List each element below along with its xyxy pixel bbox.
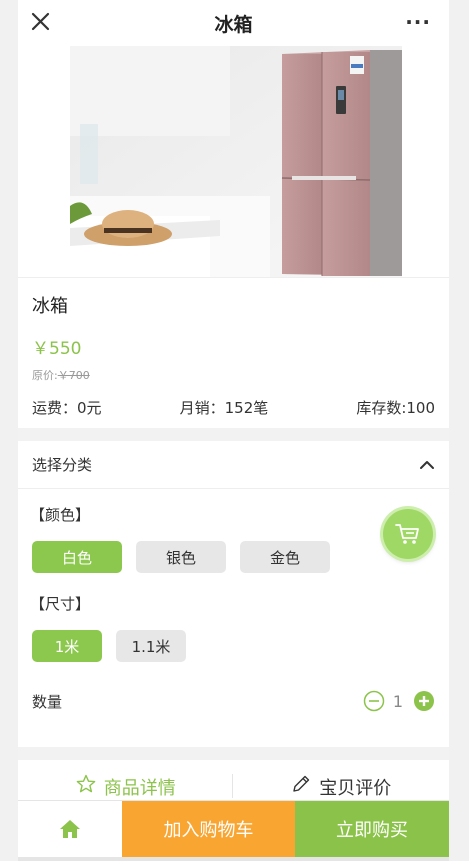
more-icon[interactable]: ···: [405, 12, 431, 32]
size-options: 1米 1.1米: [18, 630, 449, 662]
buy-now-button[interactable]: 立即购买: [295, 801, 449, 857]
quantity-row: 数量 1: [18, 690, 449, 712]
product-stats: 运费：0元 月销：152笔 库存数:100: [32, 397, 435, 418]
size-group-label: 【尺寸】: [30, 595, 91, 613]
product-name: 冰箱: [32, 296, 68, 317]
spec-header[interactable]: 选择分类: [18, 441, 449, 489]
cart-icon: [395, 524, 419, 544]
fridge-image: [70, 46, 402, 277]
close-icon[interactable]: [28, 9, 54, 35]
bottom-action-bar: 加入购物车 立即购买: [18, 800, 449, 857]
product-info: 冰箱 ￥550 原价:￥700 运费：0元 月销：152笔 库存数:100: [18, 278, 449, 428]
original-price: 原价:￥700: [32, 367, 435, 383]
color-group-label: 【颜色】: [30, 506, 91, 524]
quantity-stepper: 1: [363, 690, 435, 712]
home-icon: [60, 820, 80, 838]
color-options: 白色 银色 金色: [18, 541, 449, 573]
add-to-cart-button[interactable]: 加入购物车: [122, 801, 295, 857]
color-option-gold[interactable]: 金色: [240, 541, 330, 573]
quantity-label: 数量: [32, 692, 63, 711]
pencil-icon: [293, 775, 310, 792]
spec-title: 选择分类: [32, 456, 93, 474]
original-price-label: 原价:: [32, 369, 58, 382]
original-price-value: ￥700: [57, 369, 90, 382]
plus-icon[interactable]: [413, 690, 435, 712]
chevron-up-icon[interactable]: [419, 457, 435, 473]
size-option-1-1m[interactable]: 1.1米: [116, 630, 186, 662]
shipping-fee: 运费：0元: [32, 399, 102, 417]
product-price: ￥550: [32, 339, 82, 359]
floating-cart-button[interactable]: [383, 509, 433, 559]
color-option-silver[interactable]: 银色: [136, 541, 226, 573]
stock-count: 库存数:100: [356, 399, 435, 417]
product-page: 冰箱 ··· 冰箱 ￥550 原价:￥700 运费：0元 月销：152笔 库存数…: [18, 0, 449, 861]
home-button[interactable]: [18, 801, 122, 857]
spec-panel: 选择分类 【颜色】 白色 银色 金色 【尺寸】 1米 1.1米 数量 1: [18, 441, 449, 747]
quantity-value[interactable]: 1: [393, 692, 403, 711]
page-title: 冰箱: [214, 13, 253, 36]
monthly-sales: 月销：152笔: [179, 399, 269, 417]
top-nav: 冰箱 ···: [18, 0, 449, 46]
star-icon: [76, 774, 96, 793]
minus-icon[interactable]: [363, 690, 385, 712]
color-option-white[interactable]: 白色: [32, 541, 122, 573]
size-option-1m[interactable]: 1米: [32, 630, 102, 662]
product-image: [18, 46, 449, 278]
